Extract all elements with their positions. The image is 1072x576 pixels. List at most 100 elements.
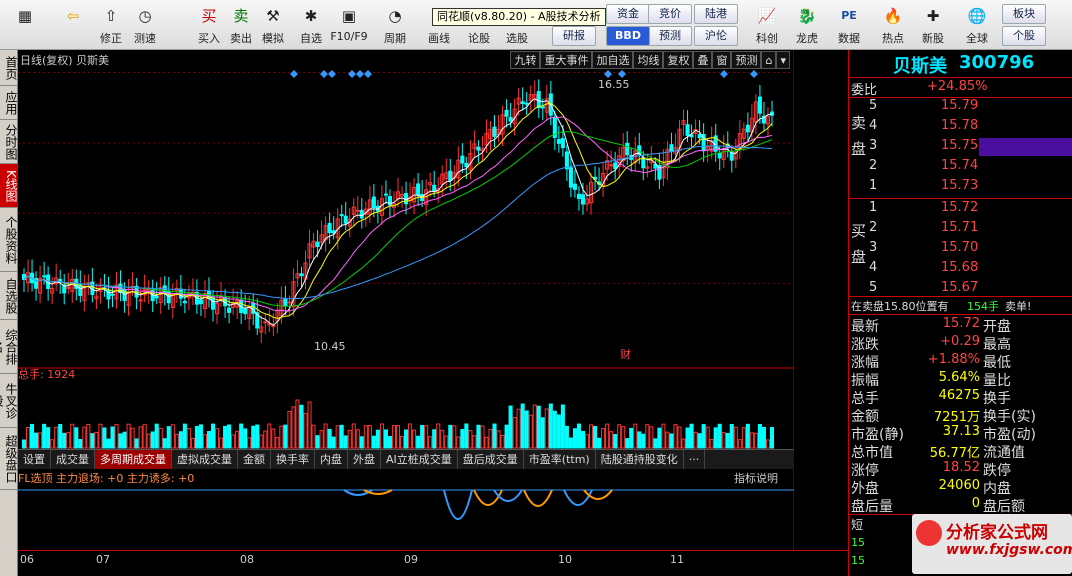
lock-icon[interactable]: ⌂ (761, 51, 777, 69)
indicator-tab[interactable]: 成交量 (51, 450, 95, 469)
volume-bar (26, 426, 31, 449)
sidebar-tab[interactable]: K线图 (0, 164, 18, 208)
volume-bar (138, 426, 143, 449)
volume-bar (355, 429, 360, 449)
indicator-tab[interactable]: AI立桩成交量 (381, 450, 458, 469)
indicator-tab[interactable]: 换手率 (271, 450, 315, 469)
buy-price[interactable]: 15.71 (941, 220, 978, 235)
volume-bar (194, 426, 199, 449)
volume-bar (404, 429, 409, 449)
toolbar-small-button[interactable]: 个股 (1002, 26, 1046, 46)
chart-top-button[interactable]: 窗 (712, 51, 732, 69)
event-marker-icon[interactable] (290, 70, 298, 78)
chart-top-button[interactable]: 均线 (633, 51, 664, 69)
bottom-tab[interactable]: 短 (851, 516, 863, 533)
indicator-tab[interactable]: 虚拟成交量 (172, 450, 238, 469)
event-marker-icon[interactable] (356, 70, 364, 78)
volume-bar (351, 423, 356, 449)
f10-button[interactable]: ▣ F10/F9 (330, 2, 368, 48)
chevron-down-icon[interactable]: ▾ (776, 51, 790, 69)
chart-button[interactable]: 📈 科创 (748, 2, 786, 48)
chart-top-button[interactable]: 重大事件 (540, 51, 593, 69)
volume-bar (343, 435, 348, 449)
toolbar-small-button[interactable]: BBD (606, 26, 650, 46)
sell-price[interactable]: 15.74 (941, 158, 978, 173)
chart-top-button[interactable]: 九转 (510, 51, 541, 69)
sidebar-tab[interactable]: 综合排名 (0, 320, 18, 374)
event-marker-icon[interactable] (348, 70, 356, 78)
quote-divider (849, 198, 1072, 199)
toolbar-small-button[interactable]: 研报 (552, 26, 596, 46)
sidebar-tab[interactable]: 自选股 (0, 272, 18, 320)
volume-bar (70, 423, 75, 449)
indicator-tab[interactable]: 多周期成交量 (95, 450, 172, 469)
fire-button[interactable]: 🔥 热点 (874, 2, 912, 48)
grid-button[interactable]: ▦ (6, 2, 44, 48)
toolbar-small-button[interactable]: 预测 (648, 26, 692, 46)
sidebar-tab[interactable]: 分时图 (0, 120, 18, 164)
chart-top-button[interactable]: 预测 (731, 51, 762, 69)
pe-button[interactable]: PE 数据 (830, 2, 868, 48)
toolbar-small-button[interactable]: 陆港 (694, 4, 738, 24)
toolbar-small-button[interactable]: 竞价 (648, 4, 692, 24)
volume-bar (613, 433, 618, 449)
kline-chart[interactable]: 16.8915.1913.5011.8116.5510.45财总手: 19241… (18, 50, 794, 550)
dragon-button[interactable]: 🐉 龙虎 (788, 2, 826, 48)
chart-top-button[interactable]: 叠 (693, 51, 713, 69)
buy-price[interactable]: 15.70 (941, 240, 978, 255)
sell-side-label: 卖盘 (851, 114, 867, 158)
hammer-button[interactable]: ⚒ 模拟 (254, 2, 292, 48)
toolbar-label: 新股 (922, 32, 944, 45)
indicator-tab[interactable]: 金额 (238, 450, 271, 469)
sidebar-tab[interactable]: 个股资料 (0, 208, 18, 272)
indicator-tab[interactable]: 盘后成交量 (458, 450, 524, 469)
indicator-tab[interactable]: 设置 (18, 450, 51, 469)
clock-button[interactable]: ◷ 测速 (126, 2, 164, 48)
indicator-tab[interactable]: 陆股通持股变化 (596, 450, 684, 469)
globe-button[interactable]: 🌐 全球 (958, 2, 996, 48)
sell-price[interactable]: 15.79 (941, 98, 978, 113)
chart-top-button[interactable]: 加自选 (592, 51, 634, 69)
indicator-tab[interactable]: 市盈率(ttm) (524, 450, 596, 469)
buy-price[interactable]: 15.68 (941, 260, 978, 275)
sidebar-tab[interactable]: 应用 (0, 86, 18, 120)
event-marker-icon[interactable] (320, 70, 328, 78)
volume-bar (210, 423, 216, 449)
sell-price[interactable]: 15.78 (941, 118, 978, 133)
volume-bar (387, 436, 392, 449)
sidebar-tab[interactable]: 超级盘口 (0, 428, 18, 490)
volume-bar (46, 427, 51, 449)
fix-button[interactable]: ⇧ 修正 (92, 2, 130, 48)
toolbar-small-button[interactable]: 沪伦 (694, 26, 738, 46)
new-button[interactable]: ✚ 新股 (914, 2, 952, 48)
chart-top-button[interactable]: 复权 (663, 51, 694, 69)
event-marker-icon[interactable] (720, 70, 728, 78)
buy-level: 1 (869, 200, 878, 215)
sidebar-tab[interactable]: 牛叉诊股 (0, 374, 18, 428)
volume-bar (154, 423, 159, 449)
indicator-tab[interactable]: 外盘 (348, 450, 381, 469)
volume-bar (709, 438, 714, 449)
candle-body (504, 109, 509, 117)
indicator-tab[interactable]: 内盘 (315, 450, 348, 469)
toolbar-small-button[interactable]: 板块 (1002, 4, 1046, 24)
cycle-button[interactable]: ◔ 周期 (376, 2, 414, 48)
volume-bar (170, 424, 175, 449)
event-marker-icon[interactable] (618, 70, 626, 78)
toolbar-small-button[interactable]: 资金 (606, 4, 650, 24)
sell-price[interactable]: 15.75 (941, 138, 978, 153)
sidebar-tab[interactable]: 首页 (0, 50, 18, 86)
buy-price[interactable]: 15.72 (941, 200, 978, 215)
back-arrow-button[interactable]: ⇦ (54, 2, 92, 48)
star-button[interactable]: ✱ 自选 (292, 2, 330, 48)
sell-price[interactable]: 15.73 (941, 178, 978, 193)
event-marker-icon[interactable] (604, 70, 612, 78)
event-marker-icon[interactable] (364, 70, 372, 78)
f10-icon: ▣ (341, 7, 357, 25)
event-marker-icon[interactable] (750, 70, 758, 78)
indicator-tab[interactable]: ··· (684, 450, 706, 469)
event-marker-icon[interactable] (328, 70, 336, 78)
chart-canvas[interactable]: 16.8915.1913.5011.8116.5510.45财总手: 19241… (18, 50, 794, 550)
sell-icon: 卖 (233, 7, 249, 25)
buy-price[interactable]: 15.67 (941, 280, 978, 295)
